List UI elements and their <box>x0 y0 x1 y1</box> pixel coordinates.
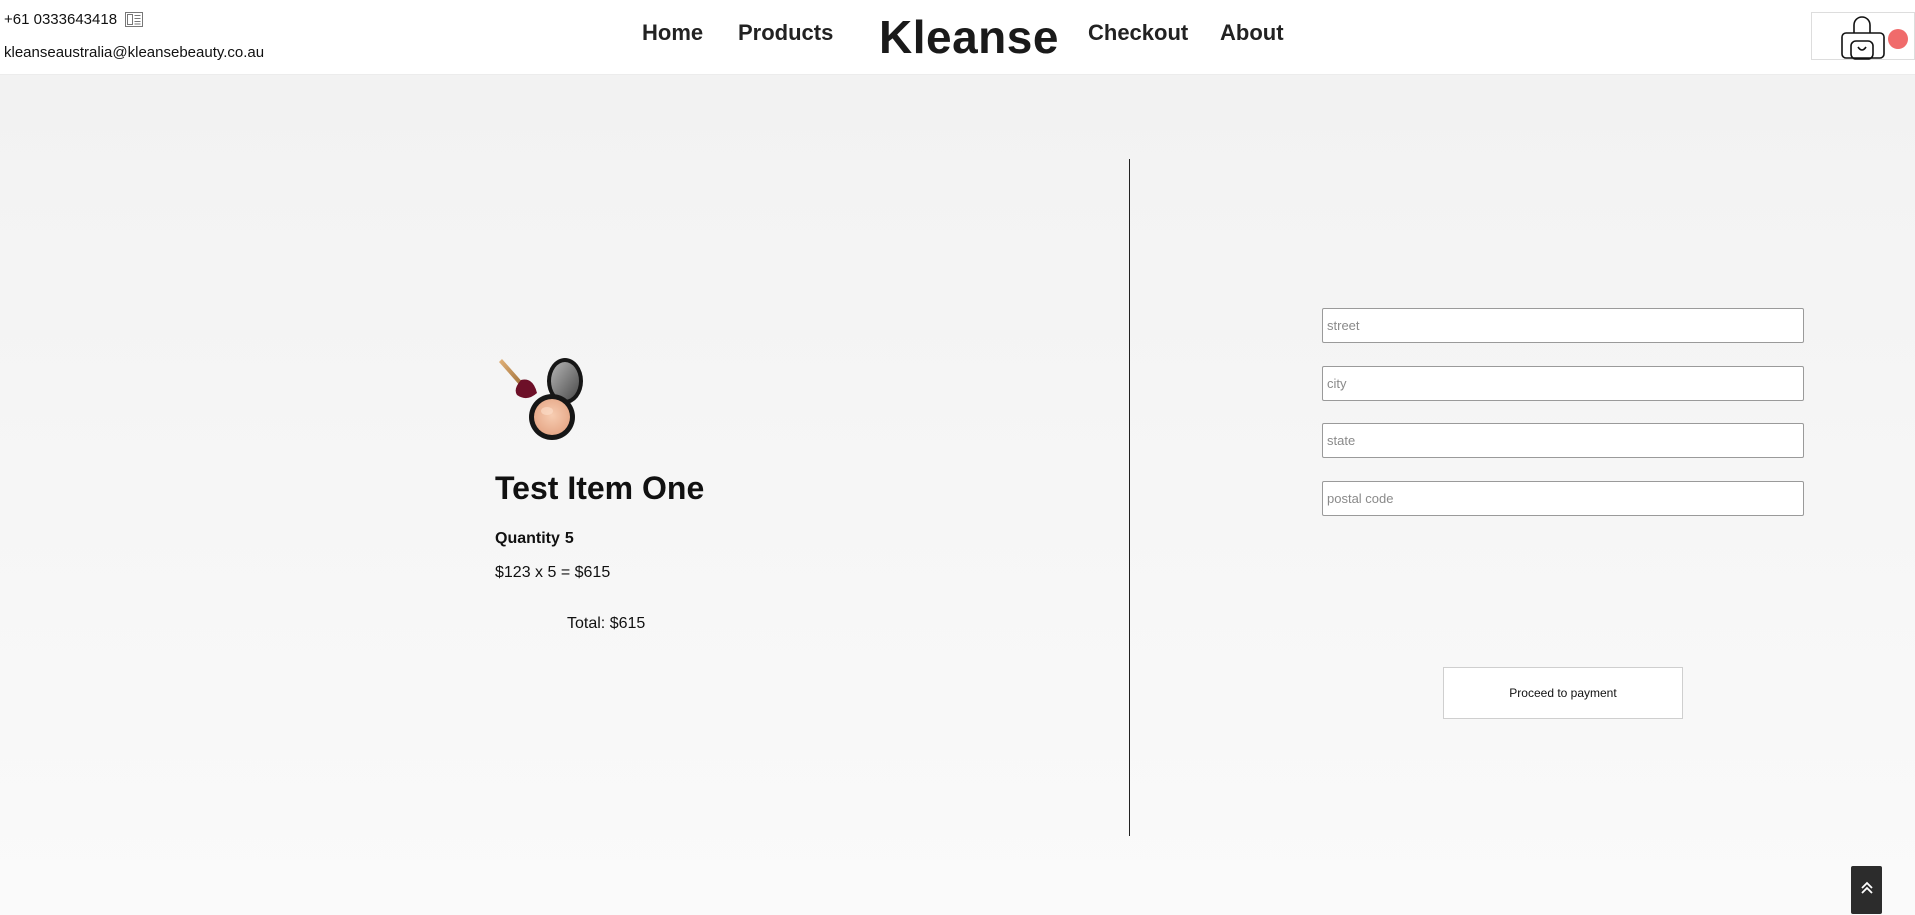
quantity-label: Quantity <box>495 530 560 547</box>
order-total: Total: $615 <box>567 615 646 632</box>
quantity-value: 5 <box>564 530 574 547</box>
phone-icon <box>125 11 144 27</box>
street-input[interactable] <box>1322 308 1804 343</box>
city-input[interactable] <box>1322 366 1804 401</box>
state-input[interactable] <box>1322 423 1804 458</box>
product-image <box>495 347 595 447</box>
line-item-calculation: $123 x 5 = $615 <box>495 564 611 581</box>
nav-home-link[interactable]: Home <box>642 20 703 46</box>
nav-products-link[interactable]: Products <box>738 20 833 46</box>
double-chevron-up-icon <box>1860 880 1874 901</box>
product-quantity: Quantity 5 <box>495 530 574 548</box>
contact-phone-row: +61 0333643418 <box>4 8 264 30</box>
scroll-to-top-button[interactable] <box>1851 866 1882 914</box>
product-name: Test Item One <box>495 470 705 506</box>
contact-email: kleanseaustralia@kleansebeauty.co.au <box>4 44 265 61</box>
cart-button[interactable] <box>1811 12 1915 60</box>
section-divider <box>1129 159 1130 836</box>
phone-number: +61 0333643418 <box>4 10 118 28</box>
contact-info: +61 0333643418 kleanseaustralia@kleanseb… <box>4 8 264 64</box>
nav-checkout-link[interactable]: Checkout <box>1088 20 1188 46</box>
proceed-to-payment-button[interactable]: Proceed to payment <box>1443 667 1683 719</box>
postal-code-input[interactable] <box>1322 481 1804 516</box>
brand-logo[interactable]: Kleanse <box>879 10 1059 64</box>
checkout-main: Test Item One Quantity 5 $123 x 5 = $615 … <box>0 75 1915 915</box>
site-header: +61 0333643418 kleanseaustralia@kleanseb… <box>0 0 1915 75</box>
cart-badge <box>1888 29 1908 49</box>
makeup-compact-brush-image <box>499 358 583 440</box>
nav-about-link[interactable]: About <box>1220 20 1284 46</box>
